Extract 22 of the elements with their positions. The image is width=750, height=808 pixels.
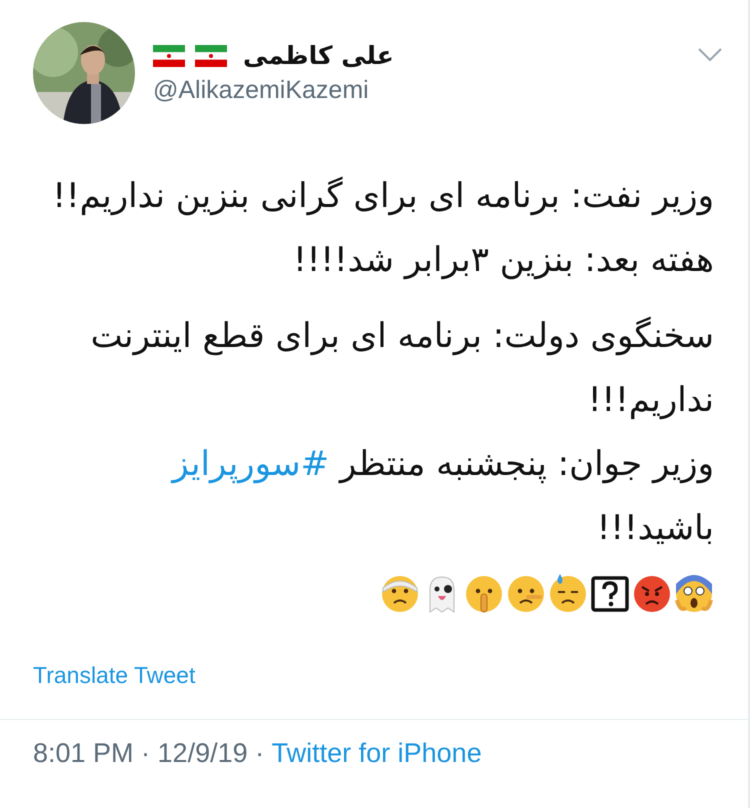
tweet-timestamp: 8:01 PM · 12/9/19 · <box>33 738 266 769</box>
chevron-down-icon[interactable] <box>698 48 722 62</box>
angry-face-icon <box>632 574 672 614</box>
flag-icon <box>153 44 185 66</box>
screaming-face-icon <box>674 574 714 614</box>
long-nose-face-icon <box>506 574 546 614</box>
bandaged-face-icon <box>380 574 420 614</box>
author-name: علی کاظمی <box>243 41 394 70</box>
translate-link[interactable]: Translate Tweet <box>0 614 196 689</box>
flag-icon <box>195 44 227 66</box>
shushing-face-icon <box>464 574 504 614</box>
question-box-icon <box>590 574 630 614</box>
tweet-text: باشید!!! <box>596 507 714 550</box>
tweet-text: هفته بعد: بنزین ۳برابر شد!!!! <box>292 239 714 282</box>
hashtag-link[interactable]: #سورپرایز <box>172 444 330 484</box>
tweet-text: نداریم!!! <box>586 379 714 422</box>
author-handle: @AlikazemiKazemi <box>153 76 370 105</box>
tweet-text: وزیر نفت: برنامه ای برای گرانی بنزین نداریم!! <box>51 175 714 218</box>
tweet-text: سخنگوی دولت: برنامه ای برای قطع اینترنت <box>90 315 714 358</box>
source-link[interactable]: Twitter for iPhone <box>272 738 482 769</box>
tweet-text: وزیر جوان: پنجشنبه منتظر #سورپرایز <box>170 443 714 486</box>
sweating-face-icon <box>548 574 588 614</box>
